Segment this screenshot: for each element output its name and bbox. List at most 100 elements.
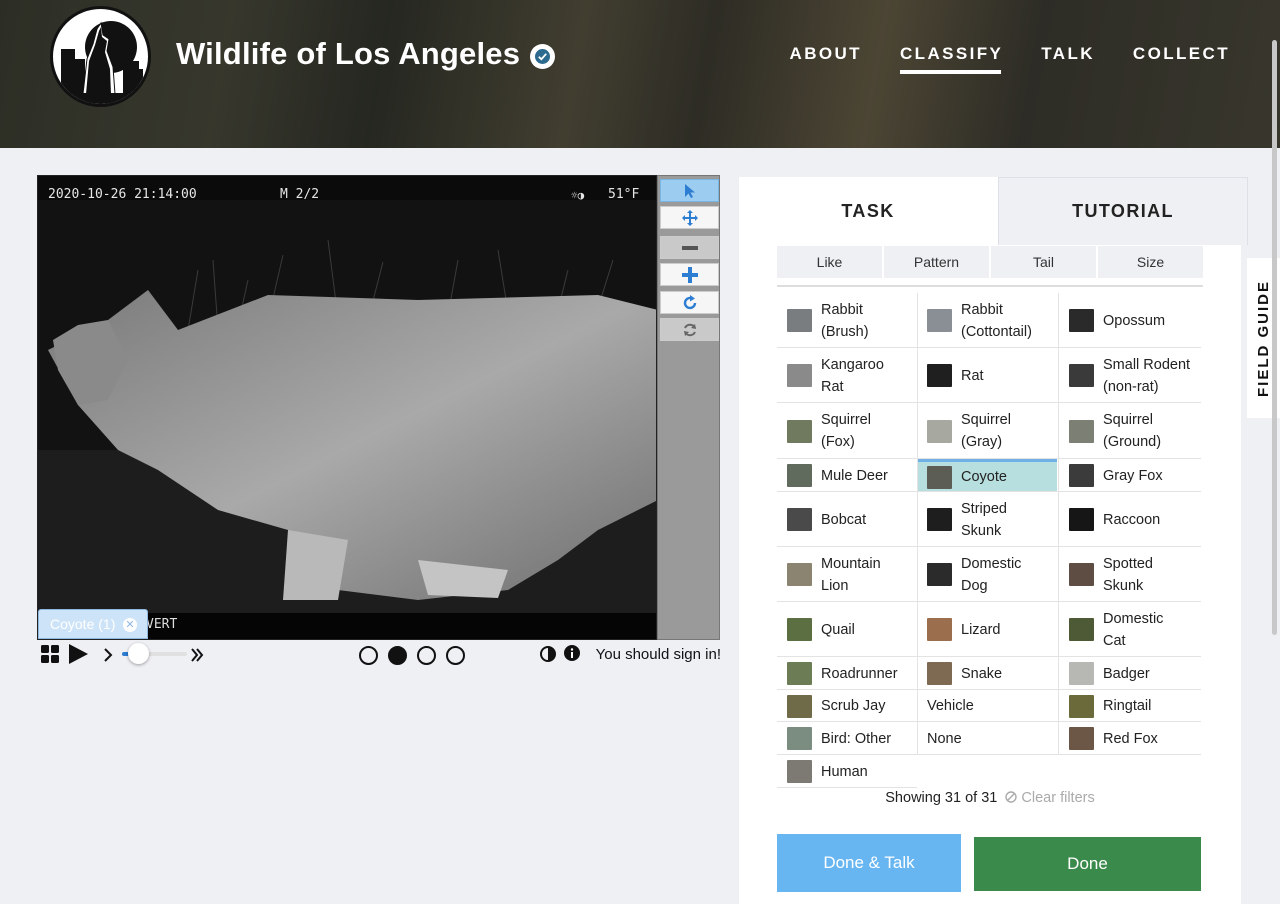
frame-dot-2[interactable] <box>388 646 407 665</box>
species-label-line1: Ringtail <box>1103 698 1152 714</box>
tab-tutorial[interactable]: TUTORIAL <box>998 177 1248 245</box>
species-label: Mountain Lion <box>821 553 881 597</box>
species-label: Raccoon <box>1103 509 1160 531</box>
nav-talk[interactable]: TALK <box>1041 44 1095 70</box>
species-vehicle[interactable]: Vehicle <box>917 690 1057 722</box>
species-label-line1: Rat <box>961 367 984 384</box>
species-raccoon[interactable]: Raccoon <box>1059 492 1199 547</box>
species-label: Mule Deer <box>821 465 888 487</box>
species-none[interactable]: None <box>917 722 1057 755</box>
species-thumbnail <box>787 694 812 718</box>
grid-view-icon[interactable] <box>41 645 59 663</box>
species-kangaroo-rat[interactable]: Kangaroo Rat <box>777 348 917 403</box>
nav-about[interactable]: ABOUT <box>790 44 862 70</box>
species-bird-other[interactable]: Bird: Other <box>777 722 917 755</box>
header-background <box>0 0 1280 148</box>
species-roadrunner[interactable]: Roadrunner <box>777 657 917 690</box>
species-label-line1: Kangaroo <box>821 356 884 373</box>
species-label: Snake <box>961 663 1002 685</box>
site-logo[interactable] <box>50 6 151 107</box>
tab-task[interactable]: TASK <box>739 177 997 245</box>
next-frame-icon[interactable] <box>103 647 113 663</box>
species-label-line1: Squirrel <box>1103 412 1153 428</box>
field-guide-label: FIELD GUIDE <box>1255 279 1273 397</box>
invert-contrast-icon[interactable] <box>540 646 556 662</box>
species-thumbnail <box>927 364 952 387</box>
done-and-talk-button[interactable]: Done & Talk <box>777 834 961 892</box>
species-label: None <box>927 728 962 750</box>
species-scrub-jay[interactable]: Scrub Jay <box>777 690 917 722</box>
image-tools <box>657 175 720 640</box>
remove-annotation-icon[interactable]: ✕ <box>123 618 137 632</box>
species-quail[interactable]: Quail <box>777 602 917 657</box>
zoom-in-button[interactable] <box>660 263 719 286</box>
frame-dot-3[interactable] <box>417 646 436 665</box>
species-thumbnail <box>787 419 812 443</box>
species-snake[interactable]: Snake <box>917 657 1057 690</box>
speed-slider-knob[interactable] <box>128 643 149 664</box>
species-small-rodent-non-rat[interactable]: Small Rodent (non-rat) <box>1059 348 1199 403</box>
species-rabbit-cottontail[interactable]: Rabbit (Cottontail) <box>917 293 1057 348</box>
species-spotted-skunk[interactable]: Spotted Skunk <box>1059 547 1199 602</box>
fast-forward-icon[interactable] <box>190 647 204 663</box>
species-rabbit-brush[interactable]: Rabbit (Brush) <box>777 293 917 348</box>
done-button[interactable]: Done <box>974 837 1201 891</box>
species-label: Small Rodent (non-rat) <box>1103 354 1190 398</box>
species-thumbnail <box>787 727 812 750</box>
clear-filters-link[interactable]: Clear filters <box>1005 790 1095 806</box>
species-thumbnail <box>927 508 952 531</box>
species-thumbnail <box>787 563 812 586</box>
species-badger[interactable]: Badger <box>1059 657 1199 690</box>
species-rat[interactable]: Rat <box>917 348 1057 403</box>
frame-dot-1[interactable] <box>359 646 378 665</box>
species-red-fox[interactable]: Red Fox <box>1059 722 1199 755</box>
species-gray-fox[interactable]: Gray Fox <box>1059 459 1199 492</box>
play-icon[interactable] <box>67 643 89 665</box>
filter-tail[interactable]: Tail <box>991 246 1096 278</box>
species-squirrel-ground[interactable]: Squirrel (Ground) <box>1059 403 1199 459</box>
species-human[interactable]: Human <box>777 755 917 788</box>
filter-like[interactable]: Like <box>777 246 882 278</box>
species-label-line1: Striped <box>961 500 1007 517</box>
species-striped-skunk[interactable]: Striped Skunk <box>917 492 1057 547</box>
filter-pattern[interactable]: Pattern <box>884 246 989 278</box>
species-bobcat[interactable]: Bobcat <box>777 492 917 547</box>
zoom-out-button[interactable] <box>660 236 719 259</box>
species-label-line2: Lion <box>821 577 849 594</box>
species-mule-deer[interactable]: Mule Deer <box>777 459 917 492</box>
page-scrollbar[interactable] <box>1272 40 1277 635</box>
species-label-line1: Human <box>821 763 868 780</box>
species-label-line1: None <box>927 730 962 747</box>
pan-tool-button[interactable] <box>660 206 719 229</box>
rotate-button[interactable] <box>660 291 719 314</box>
species-domestic-dog[interactable]: Domestic Dog <box>917 547 1057 602</box>
species-label-line2: Skunk <box>1103 577 1144 594</box>
species-label-line1: Mule Deer <box>821 467 888 484</box>
species-ringtail[interactable]: Ringtail <box>1059 690 1199 722</box>
frame-dot-4[interactable] <box>446 646 465 665</box>
species-label: Striped Skunk <box>961 498 1007 542</box>
species-label: Rabbit (Cottontail) <box>961 299 1032 343</box>
nav-collect[interactable]: COLLECT <box>1133 44 1230 70</box>
species-mountain-lion[interactable]: Mountain Lion <box>777 547 917 602</box>
species-lizard[interactable]: Lizard <box>917 602 1057 657</box>
species-label-line2: Skunk <box>961 522 1002 539</box>
species-coyote[interactable]: Coyote <box>917 459 1057 492</box>
species-opossum[interactable]: Opossum <box>1059 293 1199 348</box>
pointer-tool-button[interactable] <box>660 179 719 202</box>
panel-tabs: TASK TUTORIAL <box>739 177 1248 245</box>
annotation-tag[interactable]: Coyote (1) ✕ <box>38 609 148 639</box>
species-thumbnail <box>927 309 952 332</box>
grid-row-divider <box>777 787 917 788</box>
nav-classify[interactable]: CLASSIFY <box>899 44 1003 74</box>
species-thumbnail <box>927 465 952 489</box>
trail-camera-photo[interactable] <box>38 200 656 616</box>
info-icon[interactable] <box>564 645 580 661</box>
subject-image-viewer[interactable]: 2020-10-26 21:14:00 M 2/2 ☼◑ 51°F VERT <box>37 175 657 640</box>
species-squirrel-gray[interactable]: Squirrel (Gray) <box>917 403 1057 459</box>
reset-view-button[interactable] <box>660 318 719 341</box>
species-squirrel-fox[interactable]: Squirrel (Fox) <box>777 403 917 459</box>
filter-size[interactable]: Size <box>1098 246 1203 278</box>
species-label: Gray Fox <box>1103 465 1163 487</box>
species-domestic-cat[interactable]: Domestic Cat <box>1059 602 1199 657</box>
